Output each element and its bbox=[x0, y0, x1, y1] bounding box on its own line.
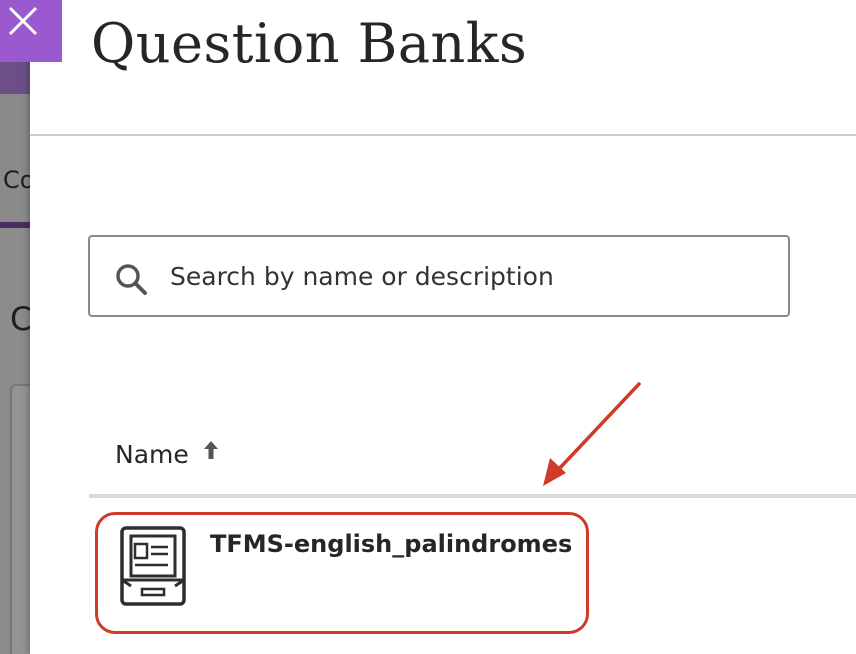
table-row[interactable]: TFMS-english_palindromes bbox=[118, 526, 598, 606]
background-tab-label: Co bbox=[3, 166, 30, 194]
background-course-page: Co C bbox=[0, 0, 30, 654]
name-column-header[interactable]: Name bbox=[115, 440, 219, 469]
question-bank-icon bbox=[118, 526, 188, 611]
search-icon bbox=[114, 262, 150, 303]
search-input[interactable] bbox=[170, 255, 770, 297]
close-button[interactable] bbox=[0, 0, 62, 62]
header-divider bbox=[89, 494, 856, 498]
background-header-band bbox=[0, 62, 30, 94]
question-banks-panel: Question Banks Name bbox=[30, 0, 856, 654]
name-column-label: Name bbox=[115, 440, 189, 469]
background-tab-area bbox=[0, 94, 30, 228]
background-heading: C bbox=[10, 300, 30, 338]
title-divider bbox=[30, 134, 856, 136]
page: Co C Question Banks Name bbox=[0, 0, 856, 654]
page-title: Question Banks bbox=[91, 12, 528, 75]
close-icon bbox=[8, 6, 38, 36]
question-bank-name[interactable]: TFMS-english_palindromes bbox=[210, 530, 572, 558]
search-box[interactable] bbox=[88, 235, 790, 317]
background-card bbox=[10, 384, 30, 654]
arrow-up-icon bbox=[203, 440, 219, 465]
